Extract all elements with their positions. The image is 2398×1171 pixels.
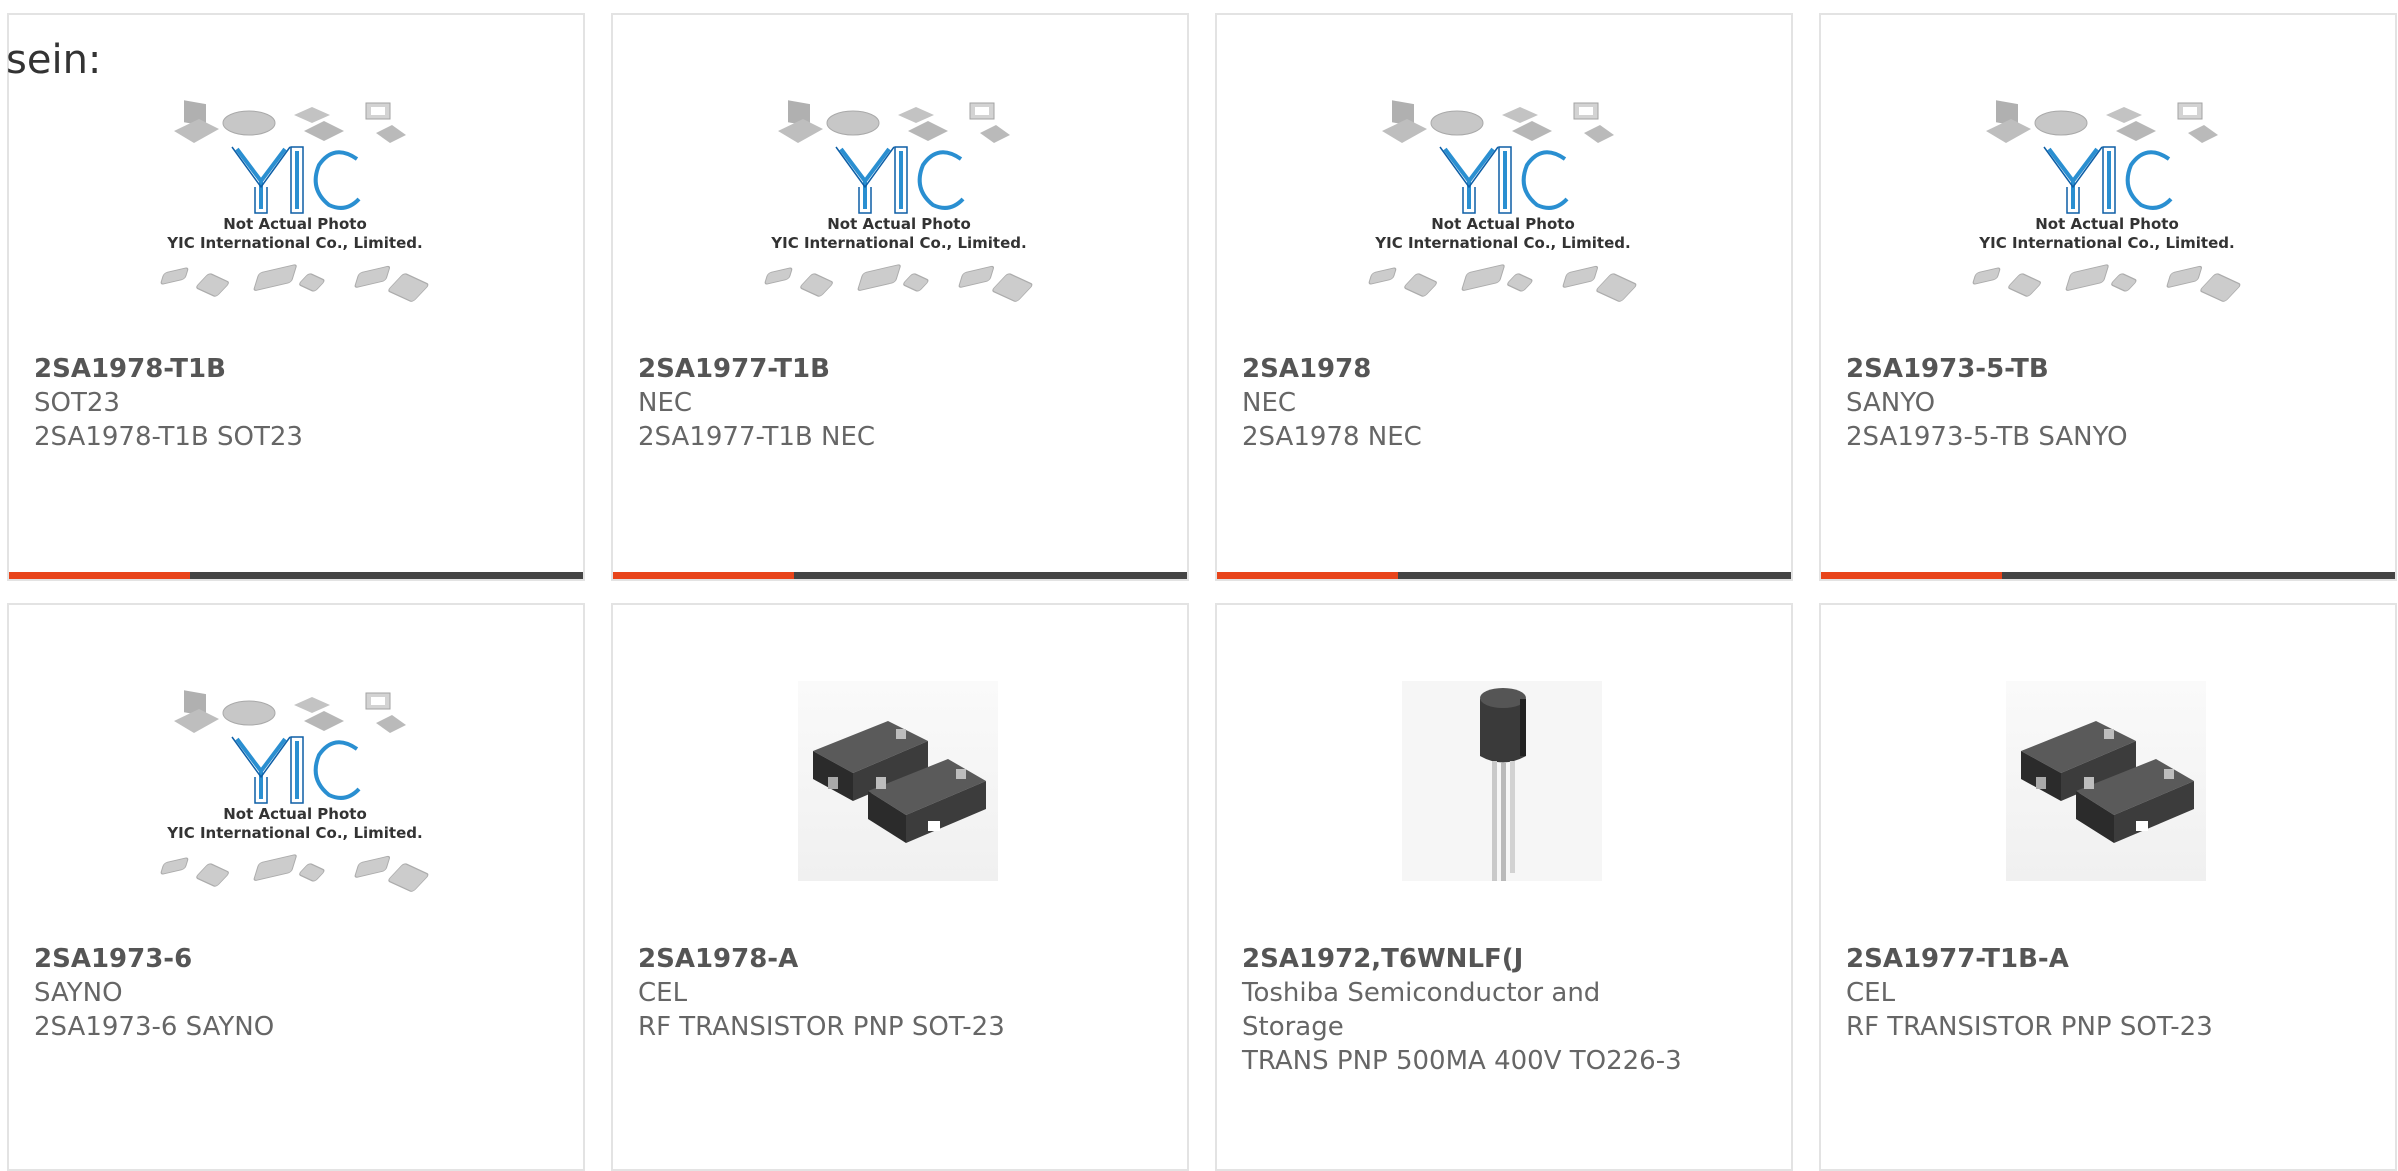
svg-text:YIC International Co., Limited: YIC International Co., Limited. (166, 234, 422, 252)
description: 2SA1977-T1B NEC (638, 422, 876, 452)
manufacturer: SOT23 (34, 388, 120, 418)
card-accent-bar (1217, 572, 1398, 579)
product-info: 2SA1978-A CEL RF TRANSISTOR PNP SOT-23 (638, 942, 1138, 1044)
card-accent-bar (1821, 572, 2002, 579)
manufacturer: CEL (1846, 978, 1896, 1008)
product-card[interactable]: 2SA1977-T1B-A CEL RF TRANSISTOR PNP SOT-… (1819, 603, 2397, 1171)
product-image[interactable] (1966, 671, 2248, 911)
card-bottom-bar (1821, 572, 2395, 579)
product-image[interactable] (1362, 671, 1644, 911)
manufacturer: Toshiba Semiconductor and Storage (1242, 978, 1601, 1042)
manufacturer: SAYNO (34, 978, 123, 1008)
product-card[interactable]: Not Actual Photo YIC International Co., … (1819, 13, 2397, 581)
product-image[interactable]: Not Actual Photo YIC International Co., … (154, 81, 436, 321)
part-number[interactable]: 2SA1978-A (638, 942, 1138, 976)
product-info: 2SA1977-T1B-A CEL RF TRANSISTOR PNP SOT-… (1846, 942, 2346, 1044)
manufacturer: SANYO (1846, 388, 1936, 418)
svg-text:YIC International Co., Limited: YIC International Co., Limited. (770, 234, 1026, 252)
card-accent-bar (613, 572, 794, 579)
description: TRANS PNP 500MA 400V TO226-3 (1242, 1046, 1682, 1076)
svg-text:Not Actual Photo: Not Actual Photo (223, 215, 367, 233)
description: 2SA1973-6 SAYNO (34, 1012, 275, 1042)
product-card[interactable]: Not Actual Photo YIC International Co., … (7, 603, 585, 1171)
manufacturer: NEC (1242, 388, 1297, 418)
product-card[interactable]: Not Actual Photo YIC International Co., … (7, 13, 585, 581)
svg-text:YIC International Co., Limited: YIC International Co., Limited. (1978, 234, 2234, 252)
product-info: 2SA1978 NEC 2SA1978 NEC (1242, 352, 1742, 454)
product-info: 2SA1978-T1B SOT23 2SA1978-T1B SOT23 (34, 352, 534, 454)
lead-text: sein: (6, 37, 102, 83)
product-info: 2SA1972,T6WNLF(J Toshiba Semiconductor a… (1242, 942, 1682, 1078)
product-image[interactable] (758, 671, 1040, 911)
product-info: 2SA1973-6 SAYNO 2SA1973-6 SAYNO (34, 942, 534, 1044)
part-number[interactable]: 2SA1973-6 (34, 942, 534, 976)
product-info: 2SA1973-5-TB SANYO 2SA1973-5-TB SANYO (1846, 352, 2346, 454)
product-image[interactable]: Not Actual Photo YIC International Co., … (154, 671, 436, 911)
part-number[interactable]: 2SA1972,T6WNLF(J (1242, 942, 1602, 976)
part-number[interactable]: 2SA1978 (1242, 352, 1742, 386)
svg-text:YIC International Co., Limited: YIC International Co., Limited. (1374, 234, 1630, 252)
product-info: 2SA1977-T1B NEC 2SA1977-T1B NEC (638, 352, 1138, 454)
part-number[interactable]: 2SA1977-T1B-A (1846, 942, 2346, 976)
product-image[interactable]: Not Actual Photo YIC International Co., … (1966, 81, 2248, 321)
description: RF TRANSISTOR PNP SOT-23 (638, 1012, 1005, 1042)
description: 2SA1978 NEC (1242, 422, 1422, 452)
description: 2SA1973-5-TB SANYO (1846, 422, 2128, 452)
manufacturer: NEC (638, 388, 693, 418)
description: RF TRANSISTOR PNP SOT-23 (1846, 1012, 2213, 1042)
card-accent-bar (9, 572, 190, 579)
svg-text:YIC International Co., Limited: YIC International Co., Limited. (166, 824, 422, 842)
product-card[interactable]: 2SA1972,T6WNLF(J Toshiba Semiconductor a… (1215, 603, 1793, 1171)
card-bottom-bar (1217, 572, 1791, 579)
product-card[interactable]: 2SA1978-A CEL RF TRANSISTOR PNP SOT-23 (611, 603, 1189, 1171)
svg-text:Not Actual Photo: Not Actual Photo (223, 805, 367, 823)
svg-text:Not Actual Photo: Not Actual Photo (2035, 215, 2179, 233)
part-number[interactable]: 2SA1978-T1B (34, 352, 534, 386)
svg-text:Not Actual Photo: Not Actual Photo (1431, 215, 1575, 233)
product-card[interactable]: Not Actual Photo YIC International Co., … (1215, 13, 1793, 581)
part-number[interactable]: 2SA1973-5-TB (1846, 352, 2346, 386)
product-image[interactable]: Not Actual Photo YIC International Co., … (1362, 81, 1644, 321)
product-image[interactable]: Not Actual Photo YIC International Co., … (758, 81, 1040, 321)
product-card[interactable]: Not Actual Photo YIC International Co., … (611, 13, 1189, 581)
manufacturer: CEL (638, 978, 688, 1008)
part-number[interactable]: 2SA1977-T1B (638, 352, 1138, 386)
svg-text:Not Actual Photo: Not Actual Photo (827, 215, 971, 233)
card-bottom-bar (9, 572, 583, 579)
description: 2SA1978-T1B SOT23 (34, 422, 303, 452)
card-bottom-bar (613, 572, 1187, 579)
